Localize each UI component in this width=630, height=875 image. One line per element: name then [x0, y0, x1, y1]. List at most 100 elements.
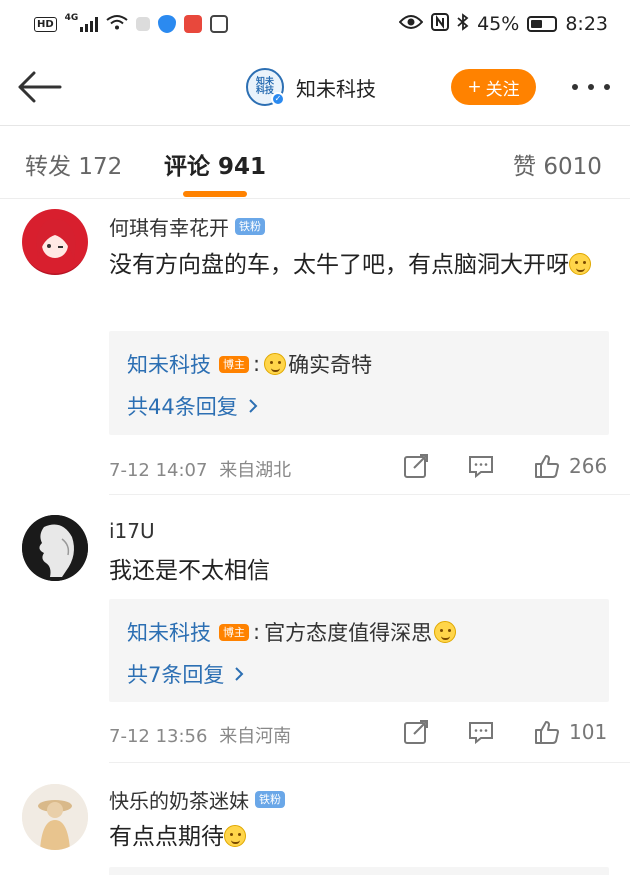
follow-button[interactable]: + 关注: [451, 69, 536, 105]
tab-label: 赞: [513, 154, 536, 180]
laughing-emoji-icon: [264, 353, 287, 375]
reply-line: 知未科技 博主 : 确实奇特: [127, 349, 372, 379]
account-logo[interactable]: 知未科技 ✓: [246, 68, 285, 106]
reply-count: 共7条回复: [127, 663, 225, 687]
reply-preview[interactable]: [109, 867, 609, 875]
reply-text: 官方态度值得深思: [264, 621, 433, 645]
signal-icon: [80, 16, 99, 32]
host-badge: 博主: [219, 623, 249, 641]
thumbs-up-icon: [535, 721, 559, 744]
more-dot-icon: [588, 84, 594, 90]
reply-author[interactable]: 知未科技: [127, 617, 211, 647]
chevron-right-icon: [235, 667, 244, 681]
avatar[interactable]: [22, 515, 88, 581]
reply-count: 共44条回复: [127, 395, 238, 419]
app-notification-icon: [136, 17, 151, 31]
comment-username[interactable]: 快乐的奶茶迷妹: [109, 785, 249, 814]
comment-body: 有点点期待: [109, 824, 224, 850]
share-icon: [404, 720, 428, 744]
comment-item: 何琪有幸花开 铁粉 没有方向盘的车，太牛了吧，有点脑洞大开呀 知未科技 博主 :…: [0, 200, 630, 495]
eye-icon: [398, 13, 424, 35]
reply-author[interactable]: 知未科技: [127, 349, 211, 379]
comment-meta: 7-12 14:07 来自湖北: [109, 456, 291, 482]
comment-meta: 7-12 13:56 来自河南: [109, 722, 291, 748]
comment-text: 我还是不太相信: [109, 552, 614, 590]
like-count: 101: [569, 720, 608, 744]
fan-badge: 铁粉: [235, 218, 265, 235]
view-replies-link[interactable]: 共44条回复: [127, 391, 258, 421]
comment-time: 7-12 14:07: [109, 460, 208, 481]
tab-count: 941: [218, 154, 267, 180]
comment-body: 没有方向盘的车，太牛了吧，有点脑洞大开呀: [109, 252, 569, 278]
comment-header: i17U: [109, 519, 155, 543]
account-name[interactable]: 知未科技: [296, 73, 376, 102]
comment-icon: [469, 456, 493, 479]
comment-header: 何琪有幸花开 铁粉: [109, 212, 265, 241]
tab-likes[interactable]: 赞 6010: [513, 147, 602, 181]
like-button[interactable]: 101: [533, 718, 607, 746]
share-button[interactable]: [402, 452, 430, 480]
comment-text: 有点点期待: [109, 818, 614, 856]
more-options-button[interactable]: [568, 74, 614, 100]
like-button[interactable]: 266: [533, 452, 607, 480]
weibo-notification-icon: [184, 15, 203, 33]
share-button[interactable]: [402, 718, 430, 746]
tab-count: 6010: [543, 154, 602, 180]
view-replies-link[interactable]: 共7条回复: [127, 659, 244, 689]
hd-indicator: HD: [34, 16, 57, 32]
tab-bar: 转发 172 评论 941 赞 6010: [0, 127, 630, 199]
avatar[interactable]: [22, 784, 88, 850]
comment-icon: [469, 722, 493, 745]
avatar[interactable]: [22, 209, 88, 275]
tab-label: 评论: [164, 154, 210, 180]
hand-icon: [210, 15, 229, 33]
follow-label: 关注: [485, 79, 520, 100]
more-dot-icon: [604, 84, 610, 90]
thinking-emoji-icon: [569, 253, 591, 275]
comment-username[interactable]: 何琪有幸花开: [109, 212, 229, 241]
verified-icon: ✓: [271, 92, 285, 106]
bluetooth-icon: [457, 12, 469, 36]
chevron-right-icon: [249, 399, 258, 413]
share-icon: [404, 454, 428, 478]
comment-body: 我还是不太相信: [109, 558, 270, 584]
clock: 8:23: [565, 13, 608, 35]
thinking-emoji-icon: [434, 621, 457, 643]
comment-username[interactable]: i17U: [109, 519, 155, 543]
comment-location: 来自湖北: [219, 460, 292, 481]
tab-comments[interactable]: 评论 941: [164, 147, 266, 181]
reply-button[interactable]: [467, 452, 495, 480]
host-badge: 博主: [219, 355, 249, 373]
fan-badge: 铁粉: [255, 791, 285, 808]
tab-count: 172: [78, 154, 123, 180]
reply-preview[interactable]: 知未科技 博主 : 官方态度值得深思 共7条回复: [109, 599, 609, 702]
back-button[interactable]: [14, 64, 64, 110]
top-bar: 知未科技 ✓ 知未科技 + 关注: [0, 48, 630, 126]
reply-button[interactable]: [467, 718, 495, 746]
reply-text: 确实奇特: [288, 353, 373, 377]
comment-location: 来自河南: [219, 726, 292, 747]
comment-time: 7-12 13:56: [109, 726, 208, 747]
like-count: 266: [569, 454, 608, 478]
tab-label: 转发: [25, 154, 71, 180]
network-type: 4G: [64, 13, 79, 23]
comment-header: 快乐的奶茶迷妹 铁粉: [109, 785, 285, 814]
thumbs-up-icon: [535, 455, 559, 478]
more-dot-icon: [572, 84, 578, 90]
shield-icon: [158, 15, 177, 33]
comment-item: i17U 我还是不太相信 知未科技 博主 : 官方态度值得深思 共7条回复 7-…: [0, 495, 630, 763]
account-header[interactable]: 知未科技 ✓ 知未科技: [246, 68, 376, 106]
tab-reposts[interactable]: 转发 172: [25, 147, 122, 181]
reply-line: 知未科技 博主 : 官方态度值得深思: [127, 617, 457, 647]
grinning-emoji-icon: [224, 825, 246, 847]
wifi-icon: [106, 13, 128, 35]
plus-icon: +: [467, 77, 482, 97]
battery-icon: [527, 16, 558, 32]
comment-item: 快乐的奶茶迷妹 铁粉 有点点期待: [0, 763, 630, 875]
active-tab-indicator: [183, 191, 247, 197]
back-arrow-icon: [18, 71, 62, 103]
status-bar: HD 4G 45% 8:23: [0, 0, 630, 48]
comment-text: 没有方向盘的车，太牛了吧，有点脑洞大开呀: [109, 246, 614, 284]
reply-preview[interactable]: 知未科技 博主 : 确实奇特 共44条回复: [109, 331, 609, 435]
nfc-icon: [431, 12, 450, 36]
